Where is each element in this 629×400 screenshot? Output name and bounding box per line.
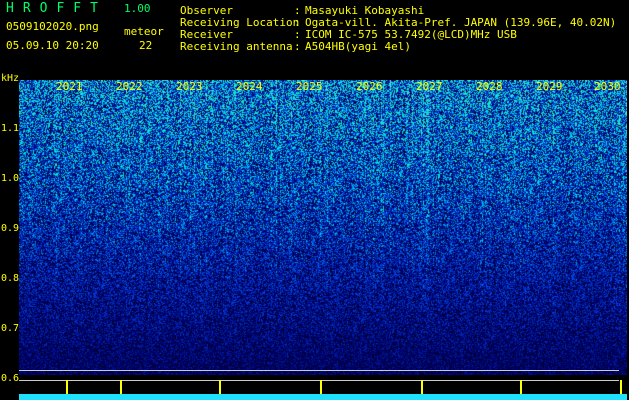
freq-tick-label: 1.1 [1, 123, 20, 134]
time-tick-label: 2021 [56, 80, 83, 93]
freq-unit-label: kHz [1, 73, 20, 84]
file-name: 0509102020.png [6, 20, 99, 33]
time-tick-label: 2024 [236, 80, 263, 93]
minute-marker [320, 380, 322, 394]
info-antenna-label: Receiving antenna [180, 40, 293, 53]
info-antenna-value: A504HB(yagi 4el) [305, 40, 411, 53]
minute-marker [421, 380, 423, 394]
minute-marker [219, 380, 221, 394]
time-tick-label: 2023 [176, 80, 203, 93]
freq-tick-label: 0.6 [1, 373, 20, 384]
meteor-label: meteor [124, 25, 164, 38]
reference-line-lower [19, 380, 619, 381]
info-antenna-sep: : [294, 40, 301, 53]
meteor-count: 22 [139, 39, 153, 52]
recording-datetime: 05.09.10 20:20 [6, 39, 99, 52]
freq-tick-label: 0.7 [1, 323, 20, 334]
time-tick-label: 2029 [536, 80, 563, 93]
freq-tick-label: 1.0 [1, 173, 20, 184]
reference-line-upper [19, 370, 619, 371]
time-tick-label: 2027 [416, 80, 443, 93]
minute-marker [120, 380, 122, 394]
freq-tick-label: 0.8 [1, 273, 20, 284]
time-tick-label: 2028 [476, 80, 503, 93]
time-tick-label: 2030 [594, 80, 621, 93]
time-tick-label: 2022 [116, 80, 143, 93]
app-title: HROFFT [6, 1, 107, 16]
minute-marker [520, 380, 522, 394]
spectrogram [19, 80, 627, 375]
app-version: 1.00 [124, 2, 151, 15]
time-tick-label: 2025 [296, 80, 323, 93]
minute-marker [620, 380, 622, 394]
signal-baseline [19, 394, 627, 400]
freq-tick-label: 0.9 [1, 223, 20, 234]
minute-marker [66, 380, 68, 394]
time-tick-label: 2026 [356, 80, 383, 93]
